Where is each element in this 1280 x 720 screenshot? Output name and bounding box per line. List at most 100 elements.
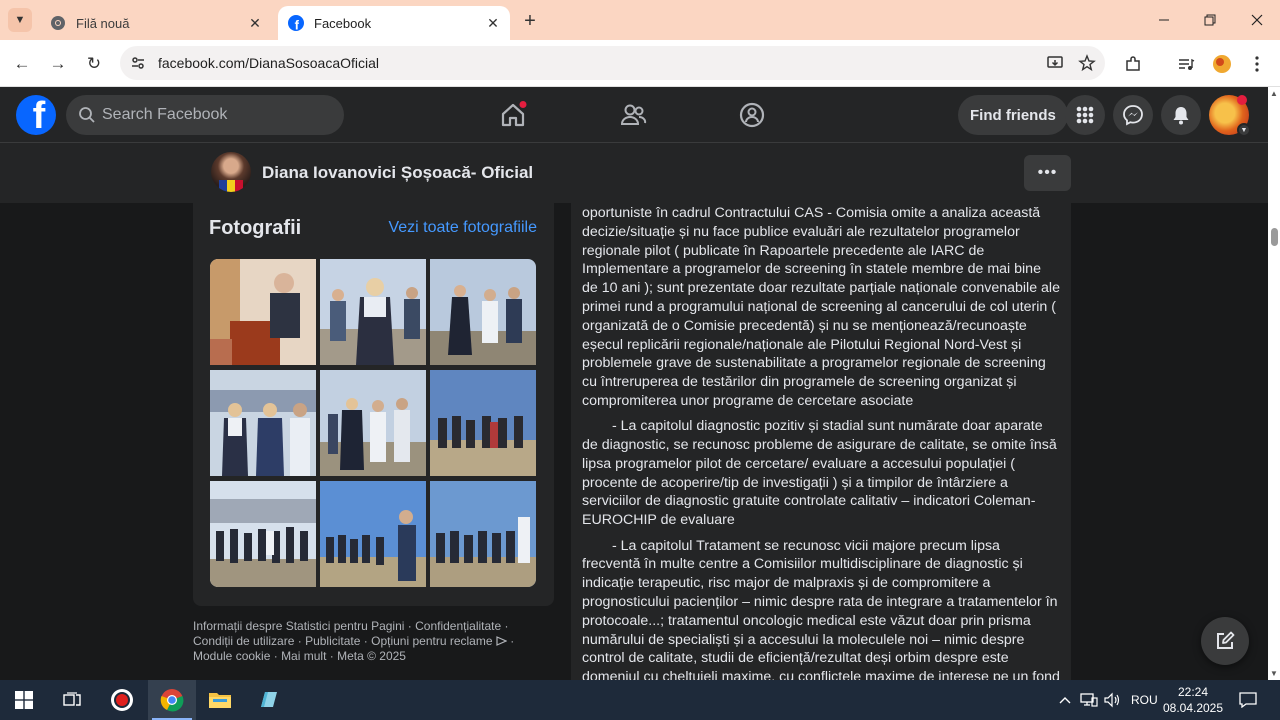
scroll-up-icon[interactable]: ▲ (1270, 89, 1278, 98)
photo-thumbnail[interactable] (320, 481, 426, 587)
nav-friends[interactable] (613, 95, 653, 135)
footer-link[interactable]: Opțiuni pentru reclame (371, 634, 492, 648)
profile-avatar-icon (1213, 55, 1231, 73)
restore-button[interactable] (1187, 0, 1233, 40)
network-icon[interactable] (1079, 690, 1099, 710)
footer-link[interactable]: Confidențialitate (415, 619, 501, 633)
notification-dot (1237, 95, 1247, 105)
media-controls-button[interactable] (1172, 50, 1200, 78)
kebab-menu-icon (1255, 56, 1259, 72)
reload-button[interactable]: ↻ (80, 50, 108, 78)
clock-time: 22:24 (1177, 685, 1209, 699)
system-clock[interactable]: 22:24 08.04.2025 (1160, 684, 1226, 716)
photo-thumbnail[interactable] (430, 259, 536, 365)
scrollbar-thumb[interactable] (1271, 228, 1278, 246)
record-icon (111, 689, 133, 711)
tab-title: Filă nouă (76, 15, 130, 31)
playlist-icon (1179, 58, 1195, 70)
notifications-button[interactable] (1161, 95, 1201, 135)
new-message-button[interactable] (1201, 617, 1249, 665)
account-avatar[interactable]: ▼ (1209, 95, 1251, 137)
forward-button[interactable]: → (44, 50, 72, 78)
volume-icon[interactable] (1103, 690, 1123, 710)
sticky-app[interactable] (244, 680, 292, 720)
close-window-button[interactable] (1234, 0, 1280, 40)
url-text: facebook.com/DianaSosoacaOficial (158, 55, 380, 71)
footer-link[interactable]: Publicitate (305, 634, 360, 648)
page-scrollbar[interactable]: ▲ ▼ (1268, 87, 1280, 680)
scroll-down-icon[interactable]: ▼ (1270, 669, 1278, 678)
footer-links: Informații despre Statistici pentru Pagi… (193, 619, 515, 663)
photo-thumbnail[interactable] (430, 481, 536, 587)
footer-link[interactable]: Mai mult (281, 649, 326, 663)
page-sticky-header: Diana Iovanovici Șoșoacă- Oficial ••• (0, 143, 1268, 203)
new-tab-button[interactable]: + (518, 9, 542, 33)
profile-button[interactable] (1208, 50, 1236, 78)
messenger-icon (1123, 105, 1143, 126)
photos-title: Fotografii (209, 217, 302, 239)
friends-icon (620, 104, 647, 125)
footer-link[interactable]: Module cookie (193, 649, 270, 663)
chrome-icon (160, 689, 184, 712)
facebook-logo[interactable]: f (16, 95, 56, 135)
site-info-icon[interactable] (128, 53, 148, 73)
recorder-app[interactable] (98, 680, 146, 720)
post-paragraph: oportuniste în cadrul Contractului CAS -… (582, 205, 1060, 409)
chrome-menu-button[interactable] (1243, 50, 1271, 78)
nav-groups[interactable] (732, 95, 772, 135)
chevron-down-icon: ▼ (14, 14, 26, 26)
close-icon (1251, 14, 1263, 26)
task-view-button[interactable] (48, 680, 96, 720)
photo-thumbnail[interactable] (320, 259, 426, 365)
search-input[interactable] (102, 106, 322, 124)
chevron-up-icon[interactable] (1055, 690, 1075, 710)
close-icon[interactable]: ✕ (482, 12, 504, 34)
minimize-icon (1159, 19, 1169, 21)
footer-link[interactable]: Condiții de utilizare (193, 634, 294, 648)
footer-link[interactable]: Informații despre Statistici pentru Pagi… (193, 619, 404, 633)
see-all-photos-link[interactable]: Vezi toate fotografiile (388, 219, 537, 237)
find-friends-button[interactable]: Find friends (958, 95, 1068, 135)
page-title[interactable]: Diana Iovanovici Șoșoacă- Oficial (262, 163, 533, 183)
more-options-button[interactable]: ••• (1024, 155, 1071, 191)
chrome-app[interactable] (148, 680, 196, 720)
tab-new-tab[interactable]: Filă nouă ✕ (40, 6, 272, 40)
photo-thumbnail[interactable] (210, 481, 316, 587)
menu-button[interactable] (1065, 95, 1105, 135)
plus-icon: + (524, 9, 536, 32)
start-button[interactable] (0, 680, 48, 720)
tab-facebook[interactable]: f Facebook ✕ (278, 6, 510, 40)
task-view-icon (63, 692, 81, 706)
photo-thumbnail[interactable] (210, 370, 316, 476)
extensions-button[interactable] (1119, 50, 1147, 78)
chrome-icon (51, 16, 65, 30)
adchoices-icon (496, 636, 508, 646)
notification-center-icon[interactable] (1238, 690, 1258, 710)
facebook-search[interactable] (66, 95, 344, 135)
home-icon (501, 101, 527, 127)
nav-home[interactable] (493, 95, 533, 135)
grid-menu-icon (1076, 106, 1094, 124)
input-language[interactable]: ROU (1131, 693, 1158, 707)
minimize-button[interactable] (1141, 0, 1187, 40)
tab-title: Facebook (314, 15, 372, 31)
tab-search-button[interactable]: ▼ (8, 8, 32, 32)
photo-thumbnail[interactable] (430, 370, 536, 476)
facebook-icon: f (288, 15, 304, 31)
install-app-icon[interactable] (1041, 49, 1069, 77)
page-avatar[interactable] (211, 152, 251, 192)
compose-icon (1217, 631, 1235, 649)
photo-thumbnail[interactable] (210, 259, 316, 365)
bookmark-star-icon[interactable] (1073, 49, 1101, 77)
address-bar[interactable]: facebook.com/DianaSosoacaOficial (120, 46, 1105, 80)
back-button[interactable]: ← (8, 50, 36, 78)
clock-date: 08.04.2025 (1162, 701, 1224, 715)
post-paragraph-wrap: - La capitolul Tratament se recunosc vic… (571, 537, 1071, 680)
messenger-button[interactable] (1113, 95, 1153, 135)
notes-icon (261, 692, 277, 707)
post-paragraph-wrap: - La capitolul diagnostic pozitiv și sta… (571, 417, 1071, 530)
windows-logo-icon (15, 691, 33, 709)
photo-thumbnail[interactable] (320, 370, 426, 476)
file-explorer-app[interactable] (196, 680, 244, 720)
close-icon[interactable]: ✕ (244, 12, 266, 34)
